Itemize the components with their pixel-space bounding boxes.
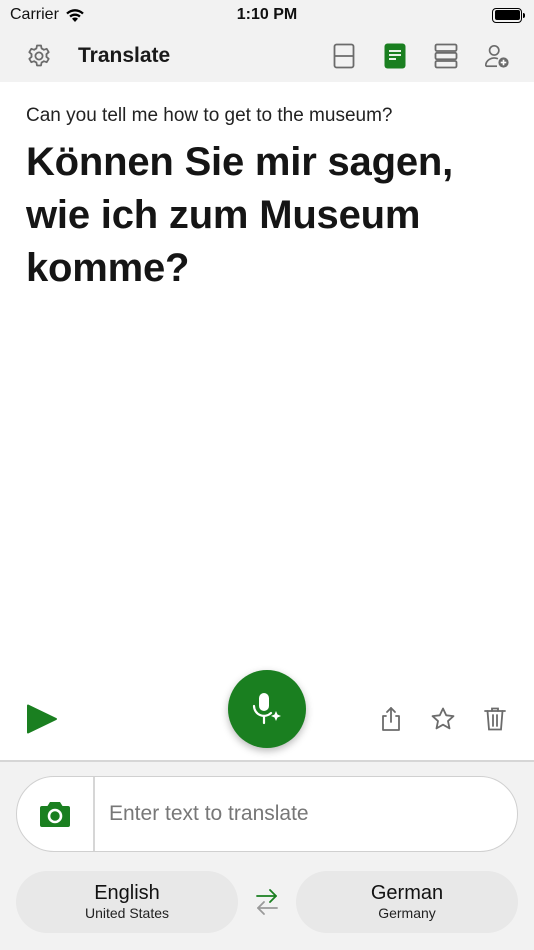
target-language-region: Germany (378, 905, 436, 921)
source-language-name: English (94, 882, 160, 904)
source-text: Can you tell me how to get to the museum… (26, 105, 393, 126)
list-view-button[interactable] (433, 43, 459, 69)
document-view-button[interactable] (382, 43, 408, 69)
status-left: Carrier (10, 6, 85, 24)
target-language-name: German (370, 882, 444, 904)
share-button[interactable] (378, 706, 404, 732)
app-header: Translate (0, 30, 534, 82)
split-view-button[interactable] (331, 43, 357, 69)
source-language-button[interactable]: English United States (16, 871, 238, 933)
translate-input[interactable] (95, 777, 517, 851)
translation-actions (378, 706, 508, 732)
wifi-icon (66, 8, 84, 22)
input-row (16, 776, 518, 852)
battery-fill (494, 10, 520, 20)
trash-icon (484, 707, 506, 731)
translated-text: Können Sie mir sagen, wie ich zum Museum… (26, 140, 454, 290)
gear-icon (28, 44, 50, 67)
target-language-button[interactable]: German Germany (296, 871, 518, 933)
swap-arrows-icon (256, 889, 278, 915)
carrier-label: Carrier (10, 6, 59, 23)
microphone-sparkle-icon (252, 693, 281, 725)
settings-button[interactable] (26, 43, 52, 69)
play-button[interactable] (26, 704, 58, 734)
language-selector: English United States German Germany (16, 871, 518, 933)
page-title: Translate (78, 44, 171, 67)
battery-icon (492, 7, 525, 23)
star-icon (431, 707, 455, 730)
header-actions (331, 43, 510, 69)
microphone-button[interactable] (228, 670, 306, 748)
source-language-region: United States (84, 905, 170, 921)
share-icon (382, 707, 400, 731)
camera-button[interactable] (17, 777, 95, 851)
add-person-button[interactable] (484, 43, 510, 69)
status-bar: Carrier 1:10 PM (0, 0, 534, 30)
play-icon (27, 704, 57, 734)
document-view-icon (384, 43, 406, 69)
list-view-icon (434, 43, 458, 69)
translation-content: Can you tell me how to get to the museum… (0, 82, 534, 672)
split-view-icon (333, 43, 355, 69)
swap-languages-button[interactable] (238, 882, 296, 922)
delete-button[interactable] (482, 706, 508, 732)
camera-icon (40, 802, 70, 827)
favorite-button[interactable] (430, 706, 456, 732)
add-person-icon (485, 44, 509, 68)
